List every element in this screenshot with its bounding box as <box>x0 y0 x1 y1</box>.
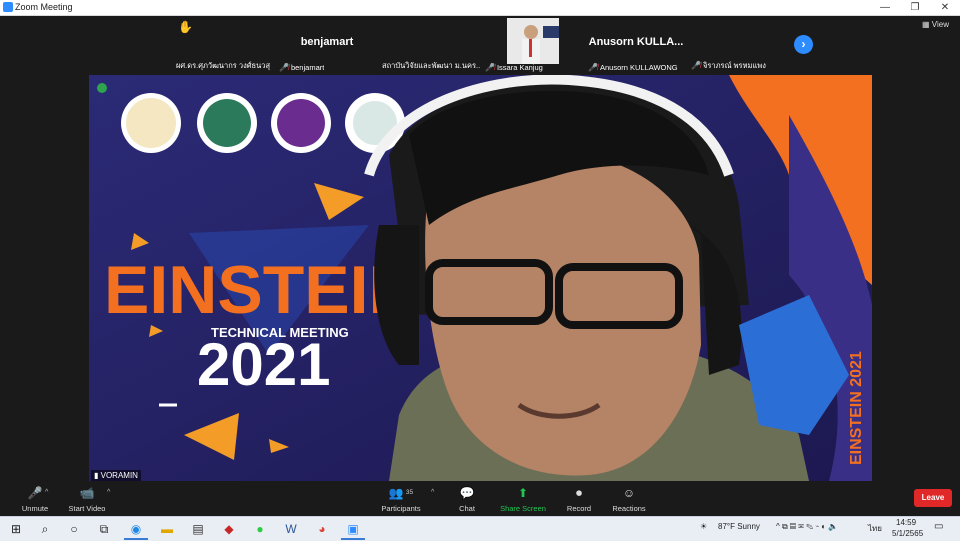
participants-icon: 👥 35 <box>388 486 414 500</box>
banner-title: EINSTEIN <box>104 252 418 328</box>
sticky-notes-icon[interactable]: ▤ <box>186 520 210 538</box>
reactions-label: Reactions <box>612 504 646 513</box>
zoom-app-icon <box>3 2 13 12</box>
chrome-icon[interactable]: ◕ <box>310 520 334 538</box>
cortana-icon[interactable]: ○ <box>62 520 86 538</box>
participant-label: 🎤̸ benjamart <box>279 63 324 72</box>
participant-name: benjamart <box>290 63 325 72</box>
zoom-taskbar-icon[interactable]: ▣ <box>341 520 365 540</box>
search-icon[interactable]: ⌕ <box>33 520 57 538</box>
raised-hand-icon: ✋ <box>178 20 193 34</box>
participant-name: Anusorn KULLAWONG <box>599 63 678 72</box>
clock-date[interactable]: 5/1/2565 <box>892 529 923 538</box>
participant-name: จิราภรณ์ พรหมแพง <box>702 61 766 70</box>
participant-label: 🎤̸ Anusorn KULLAWONG <box>588 63 678 72</box>
windows-taskbar: ⊞ ⌕ ○ ⧉ ◉ ▬ ▤ ◆ ● W ◕ ▣ ☀ 87°F Sunny ^ ⧉… <box>0 516 960 541</box>
participant-video-thumbnail <box>507 18 559 64</box>
video-options-caret-icon[interactable]: ^ <box>107 489 110 496</box>
banner-vertical-text: EINSTEIN 2021 <box>848 351 865 465</box>
participant-name: Issara Kanjug <box>496 63 543 72</box>
signal-icon: ▮ <box>94 471 101 480</box>
speaker-name: VORAMIN <box>100 471 138 480</box>
grid-icon: ▦ <box>922 20 932 29</box>
speaker-video-frame: EINSTEIN TECHNICAL MEETING 2021 EINSTEIN… <box>89 75 872 481</box>
window-title: Zoom Meeting <box>15 2 73 12</box>
antivirus-icon[interactable]: ◆ <box>217 520 241 538</box>
windows-start-icon[interactable]: ⊞ <box>4 520 28 538</box>
participant-tile[interactable]: 🎤̸ จิราภรณ์ พรหมแพง <box>689 16 789 74</box>
participant-tile[interactable]: 🎤̸ Issara Kanjug <box>483 16 583 74</box>
window-titlebar: Zoom Meeting — ❐ ✕ <box>0 0 960 16</box>
speaker-name-tag: ▮ VORAMIN <box>91 470 141 481</box>
notifications-icon[interactable]: ▭ <box>934 521 943 532</box>
file-explorer-icon[interactable]: ▬ <box>155 520 179 538</box>
minimize-button[interactable]: — <box>870 0 900 15</box>
leave-button[interactable]: Leave <box>914 489 952 507</box>
next-page-button[interactable]: › <box>794 35 813 54</box>
participant-display-name: benjamart <box>300 36 354 48</box>
close-button[interactable]: ✕ <box>930 0 960 15</box>
active-speaker-video[interactable]: EINSTEIN TECHNICAL MEETING 2021 EINSTEIN… <box>89 75 872 481</box>
start-video-button[interactable]: 📹 Start Video <box>52 481 122 516</box>
participant-tile[interactable]: ✋ ผศ.ดร.ศุภวัฒนากร วงศ์ธนวสุ <box>174 16 274 74</box>
participant-tile[interactable]: benjamart 🎤̸ benjamart <box>277 16 377 74</box>
word-icon[interactable]: W <box>279 520 303 538</box>
participants-button[interactable]: 👥 35 Participants <box>366 481 436 516</box>
reactions-button[interactable]: ☺ Reactions <box>594 481 664 516</box>
muted-mic-icon: 🎤̸ <box>279 63 289 72</box>
restore-button[interactable]: ❐ <box>900 0 930 15</box>
meeting-toolbar: 🎤 Unmute ^ 📹 Start Video ^ 👥 35 Participa… <box>0 481 960 516</box>
participant-label: 🎤̸ Issara Kanjug <box>485 63 543 72</box>
encryption-shield-icon <box>97 83 107 93</box>
muted-mic-icon: 🎤̸ <box>588 63 598 72</box>
view-label: View <box>931 20 949 29</box>
participant-name: ผศ.ดร.ศุภวัฒนากร วงศ์ธนวสุ <box>176 61 271 70</box>
edge-browser-icon[interactable]: ◉ <box>124 520 148 540</box>
participants-count: 35 <box>405 489 414 496</box>
task-view-icon[interactable]: ⧉ <box>92 520 116 538</box>
show-hidden-icons[interactable]: ^ ⧉ ▤ ✉ ✎ ⌁ ◐ 🔈 <box>776 522 838 532</box>
weather-text[interactable]: 87°F Sunny <box>718 522 760 531</box>
banner-year: 2021 <box>197 331 330 398</box>
participant-tile[interactable]: สถาบันวิจัยและพัฒนา ม.นคร... <box>380 16 480 74</box>
clock-time[interactable]: 14:59 <box>896 518 916 527</box>
weather-icon: ☀ <box>700 522 708 531</box>
participant-label: 🎤̸ จิราภรณ์ พรหมแพง <box>691 60 766 72</box>
participant-name: สถาบันวิจัยและพัฒนา ม.นคร... <box>382 61 480 70</box>
video-off-icon: 📹 <box>79 486 95 500</box>
participant-tile[interactable]: Anusorn KULLA... 🎤̸ Anusorn KULLAWONG <box>586 16 686 74</box>
line-app-icon[interactable]: ● <box>248 520 272 538</box>
participant-display-name: Anusorn KULLA... <box>588 36 684 48</box>
audio-options-caret-icon[interactable]: ^ <box>45 489 48 496</box>
participants-label: Participants <box>381 504 421 513</box>
muted-mic-icon: 🎤̸ <box>485 63 495 72</box>
reactions-icon: ☺ <box>622 486 636 500</box>
muted-mic-icon: 🎤̸ <box>691 61 701 70</box>
view-button[interactable]: ▦ View <box>922 20 949 29</box>
start-video-label: Start Video <box>68 504 106 513</box>
input-language[interactable]: ไทย <box>868 522 882 535</box>
participant-strip: ✋ ผศ.ดร.ศุภวัฒนากร วงศ์ธนวสุ benjamart 🎤… <box>174 16 789 74</box>
